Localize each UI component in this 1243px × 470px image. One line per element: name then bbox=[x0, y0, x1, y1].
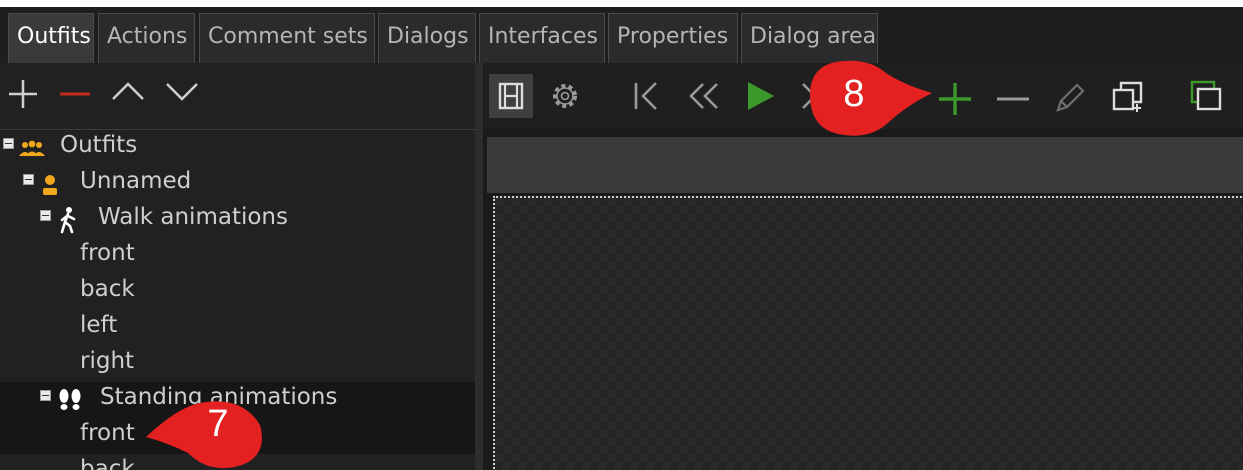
footprints-icon bbox=[59, 389, 81, 410]
collapse-icon[interactable] bbox=[23, 174, 34, 185]
play-icon[interactable] bbox=[743, 79, 777, 113]
frames-strip-header bbox=[487, 137, 1243, 193]
skip-to-start-icon[interactable] bbox=[631, 79, 661, 113]
tab-bar: Outfits Actions Comment sets Dialogs Int… bbox=[0, 7, 1243, 63]
frame-preview-canvas[interactable] bbox=[493, 196, 1243, 470]
tree-row-unnamed[interactable]: Unnamed bbox=[0, 166, 475, 202]
callout-number: 8 bbox=[843, 73, 865, 115]
tab-interfaces[interactable]: Interfaces bbox=[479, 13, 605, 63]
panel-splitter[interactable] bbox=[475, 63, 483, 470]
tab-properties[interactable]: Properties bbox=[608, 13, 738, 63]
tree-row-walk-animations[interactable]: Walk animations bbox=[0, 202, 475, 238]
collapse-icon[interactable] bbox=[40, 390, 51, 401]
person-icon bbox=[43, 175, 57, 195]
tree-row-walk-back[interactable]: back bbox=[0, 274, 475, 310]
tree-label: Walk animations bbox=[98, 204, 288, 230]
tree-label: Outfits bbox=[60, 132, 138, 158]
duplicate-icon[interactable] bbox=[1111, 79, 1145, 113]
film-strip-button[interactable] bbox=[489, 74, 533, 118]
callout-number: 7 bbox=[207, 403, 229, 445]
chevron-down-icon[interactable] bbox=[164, 75, 200, 109]
pencil-icon[interactable] bbox=[1053, 81, 1087, 115]
gear-icon[interactable] bbox=[549, 80, 581, 112]
chevron-up-icon[interactable] bbox=[110, 75, 146, 109]
tree-label: Unnamed bbox=[80, 168, 192, 194]
collapse-icon[interactable] bbox=[3, 138, 14, 149]
callout-8: 8 bbox=[800, 55, 938, 141]
tab-dialogs[interactable]: Dialogs bbox=[378, 13, 476, 63]
outfits-toolbar bbox=[0, 63, 475, 129]
layers-icon[interactable] bbox=[1189, 79, 1223, 113]
callout-7: 7 bbox=[138, 385, 268, 470]
film-strip-icon bbox=[498, 82, 524, 110]
remove-frame-icon[interactable] bbox=[995, 81, 1031, 117]
tab-actions[interactable]: Actions bbox=[98, 13, 195, 63]
tree-label: back bbox=[80, 276, 135, 302]
tree-row-walk-left[interactable]: left bbox=[0, 310, 475, 346]
tree-label: left bbox=[80, 312, 118, 338]
tree-row-outfits[interactable]: Outfits bbox=[0, 130, 475, 166]
tab-comment-sets[interactable]: Comment sets bbox=[199, 13, 375, 63]
tree-label: front bbox=[80, 240, 135, 266]
tree-row-walk-right[interactable]: right bbox=[0, 346, 475, 382]
group-icon bbox=[19, 140, 45, 156]
add-frame-icon[interactable] bbox=[937, 81, 973, 117]
tree-label: back bbox=[80, 456, 135, 470]
rewind-icon[interactable] bbox=[686, 79, 722, 113]
collapse-icon[interactable] bbox=[40, 210, 51, 221]
minus-icon[interactable] bbox=[58, 77, 92, 111]
walking-icon bbox=[60, 207, 76, 234]
tree-label: right bbox=[80, 348, 135, 374]
tree-label: front bbox=[80, 420, 135, 446]
tree-row-walk-front[interactable]: front bbox=[0, 238, 475, 274]
animation-editor-window: Outfits Actions Comment sets Dialogs Int… bbox=[0, 7, 1243, 470]
tab-outfits[interactable]: Outfits bbox=[8, 13, 94, 63]
plus-icon[interactable] bbox=[6, 77, 40, 111]
